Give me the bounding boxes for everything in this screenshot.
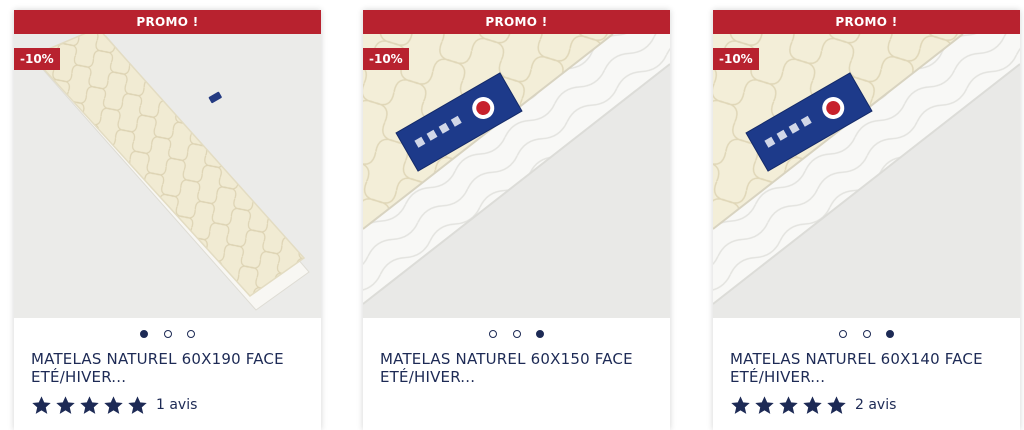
rating: 1 avis [31,394,197,416]
discount-badge: -10% [363,48,409,70]
discount-badge: -10% [14,48,60,70]
star-icon [779,395,798,414]
star-icon [128,395,147,414]
product-image[interactable] [14,34,321,318]
carousel-dot[interactable] [839,329,848,338]
star-icon [32,395,51,414]
rating: 2 avis [730,394,896,416]
star-icon [80,395,99,414]
product-image[interactable] [713,34,1020,318]
product-title[interactable]: MATELAS NATUREL 60X140 FACE ETÉ/HIVER... [730,350,1008,386]
carousel-dot[interactable] [535,329,544,338]
product-image[interactable] [363,34,670,318]
discount-badge: -10% [713,48,759,70]
star-icon [731,395,750,414]
carousel-dot[interactable] [862,329,871,338]
promo-banner: PROMO ! [713,10,1020,34]
product-card[interactable]: PROMO ! [713,10,1020,430]
carousel-dots [14,323,321,338]
product-title[interactable]: MATELAS NATUREL 60X190 FACE ETÉ/HIVER... [31,350,309,386]
star-icon [104,395,123,414]
product-card[interactable]: PROMO ! -10% MATELAS NATUREL 60X190 FACE… [14,10,321,430]
carousel-dots [363,323,670,338]
carousel-dot[interactable] [489,329,498,338]
carousel-dot[interactable] [140,329,149,338]
star-icon [827,395,846,414]
review-count[interactable]: 2 avis [855,397,896,413]
promo-banner: PROMO ! [363,10,670,34]
promo-banner: PROMO ! [14,10,321,34]
product-card[interactable]: PROMO ! [363,10,670,430]
carousel-dot[interactable] [885,329,894,338]
carousel-dot[interactable] [512,329,521,338]
star-icon [56,395,75,414]
star-icon [755,395,774,414]
star-icon [803,395,822,414]
carousel-dot[interactable] [163,329,172,338]
carousel-dot[interactable] [186,329,195,338]
product-title[interactable]: MATELAS NATUREL 60X150 FACE ETÉ/HIVER... [380,350,658,386]
review-count[interactable]: 1 avis [156,397,197,413]
carousel-dots [713,323,1020,338]
mattress-image [14,34,321,318]
mattress-closeup-image [713,34,1020,318]
mattress-closeup-image [363,34,670,318]
